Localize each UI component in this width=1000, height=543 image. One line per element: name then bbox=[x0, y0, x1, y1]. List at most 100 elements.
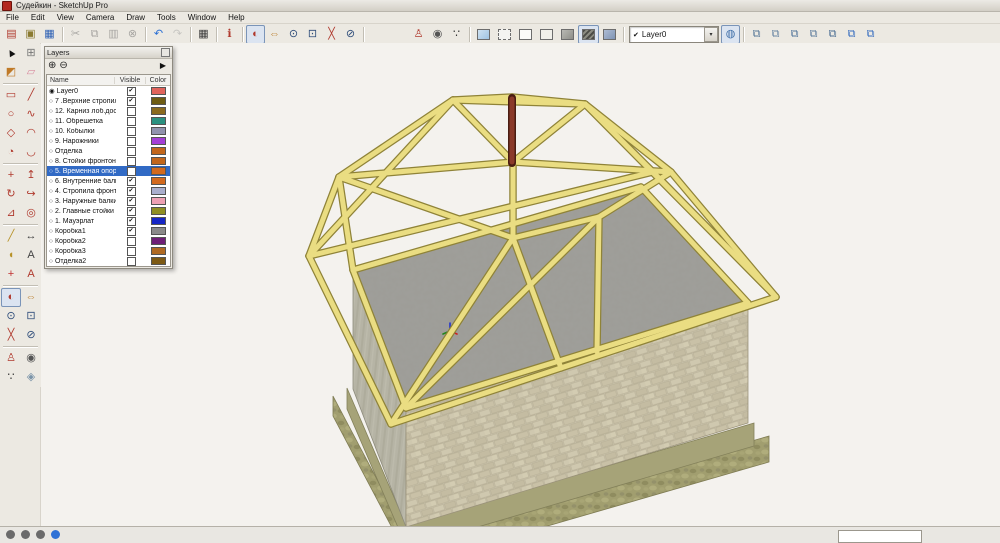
layer-row-3[interactable]: ○ 11. Обрешетка bbox=[47, 116, 170, 126]
zoom-extents-tool-icon[interactable]: ╳ bbox=[1, 326, 21, 345]
redo-icon[interactable]: ↷ bbox=[168, 25, 187, 44]
layer-color-swatch[interactable] bbox=[150, 207, 166, 215]
layer-color-swatch[interactable] bbox=[150, 177, 166, 185]
offset-tool-icon[interactable]: ◎ bbox=[21, 204, 41, 223]
move-tool-icon[interactable]: + bbox=[1, 166, 21, 185]
zoom-icon[interactable]: ⊙ bbox=[284, 25, 303, 44]
menu-item-camera[interactable]: Camera bbox=[80, 13, 120, 22]
walk-tool-icon[interactable]: ∵ bbox=[1, 368, 21, 387]
position-camera-tool-icon[interactable]: ♙ bbox=[1, 349, 21, 368]
select-tool-icon[interactable]: ▲ bbox=[1, 44, 21, 63]
layer-visible-checkbox[interactable]: ✔ bbox=[126, 176, 136, 186]
menu-item-help[interactable]: Help bbox=[222, 13, 250, 22]
rectangle-tool-icon[interactable]: ▭ bbox=[1, 86, 21, 105]
layer-color-swatch[interactable] bbox=[150, 97, 166, 105]
layer-color-swatch[interactable] bbox=[150, 117, 166, 125]
layer-dropdown-arrow-icon[interactable]: ▾ bbox=[704, 27, 718, 42]
toolbar-cube-icon-5[interactable]: ⧉ bbox=[823, 25, 842, 44]
pan-tool-icon[interactable]: ⇔ bbox=[21, 288, 41, 307]
pan-icon[interactable]: ⇔ bbox=[265, 25, 284, 44]
layer-radio-icon[interactable]: ○ bbox=[49, 218, 53, 225]
layer-radio-icon[interactable]: ◉ bbox=[49, 87, 55, 95]
toolbar-cube-icon-3[interactable]: ⧉ bbox=[785, 25, 804, 44]
layer-color-swatch[interactable] bbox=[150, 217, 166, 225]
orbit-icon[interactable]: ◐ bbox=[246, 25, 265, 44]
layer-color-swatch[interactable] bbox=[150, 237, 166, 245]
position-camera-icon[interactable]: ♙ bbox=[409, 25, 428, 44]
layer-visible-checkbox[interactable] bbox=[126, 136, 136, 146]
layer-row-14[interactable]: ○ Коробка1 ✔ bbox=[47, 226, 170, 236]
line-tool-icon[interactable]: ╱ bbox=[21, 86, 41, 105]
rotate-tool-icon[interactable]: ↻ bbox=[1, 185, 21, 204]
undo-icon[interactable]: ↶ bbox=[149, 25, 168, 44]
look-around-icon[interactable]: ◉ bbox=[428, 25, 447, 44]
section-plane-tool-icon[interactable]: ◈ bbox=[21, 368, 41, 387]
layer-visible-checkbox[interactable]: ✔ bbox=[126, 206, 136, 216]
tape-measure-icon[interactable]: ╱ bbox=[1, 227, 21, 246]
layer-row-1[interactable]: ○ 7 .Верхние стропила ✔ bbox=[47, 96, 170, 106]
layer-color-swatch[interactable] bbox=[150, 167, 166, 175]
layer-color-swatch[interactable] bbox=[150, 197, 166, 205]
layer-row-11[interactable]: ○ 3. Наружные балки ✔ bbox=[47, 196, 170, 206]
layer-visible-checkbox[interactable]: ✔ bbox=[126, 96, 136, 106]
model-viewport[interactable] bbox=[40, 43, 1000, 530]
layer-row-0[interactable]: ◉ Layer0 ✔ bbox=[47, 86, 170, 96]
toolbar-cube-icon-7[interactable]: ⧉ bbox=[861, 25, 880, 44]
toolbar-cube-icon-1[interactable]: ⧉ bbox=[747, 25, 766, 44]
layer-row-2[interactable]: ○12. Карниз лоб.доска bbox=[47, 106, 170, 116]
layer-visible-checkbox[interactable]: ✔ bbox=[126, 196, 136, 206]
layer-visible-checkbox[interactable] bbox=[126, 246, 136, 256]
layer-row-8[interactable]: ○ 5. Временная опора bbox=[47, 166, 170, 176]
layer-visible-checkbox[interactable] bbox=[126, 126, 136, 136]
layer-radio-icon[interactable]: ○ bbox=[49, 148, 53, 155]
toolbar-cube-icon-6[interactable]: ⧉ bbox=[842, 25, 861, 44]
layer-manager-icon[interactable]: ◍ bbox=[721, 25, 740, 44]
new-document-icon[interactable]: ▤ bbox=[2, 25, 21, 44]
axes-tool-icon[interactable]: + bbox=[1, 265, 21, 284]
toolbar-cube-icon-4[interactable]: ⧉ bbox=[804, 25, 823, 44]
layer-row-10[interactable]: ○4. Стропила фронтона ✔ bbox=[47, 186, 170, 196]
layer-row-16[interactable]: ○ Коробка3 bbox=[47, 246, 170, 256]
shaded-with-textures-style-icon[interactable] bbox=[578, 25, 599, 44]
layers-panel[interactable]: Layers ⊕ ⊖ ▶ Name Visible Color ◉ Layer0 ✔… bbox=[44, 46, 173, 269]
remove-layer-button[interactable]: ⊖ bbox=[59, 61, 67, 71]
layer-row-12[interactable]: ○ 2. Главные стойки ✔ bbox=[47, 206, 170, 216]
dimension-tool-icon[interactable]: ↔ bbox=[21, 227, 41, 246]
toolbar-cube-icon-2[interactable]: ⧉ bbox=[766, 25, 785, 44]
orbit-tool-icon[interactable]: ◐ bbox=[1, 288, 21, 307]
statusbar-circle-icon-2[interactable] bbox=[21, 530, 30, 539]
layer-row-9[interactable]: ○ 6. Внутренние балки ✔ bbox=[47, 176, 170, 186]
text-tool-icon[interactable]: A bbox=[21, 246, 41, 265]
active-layer-dropdown[interactable]: ✔ Layer0 ▾ bbox=[629, 26, 719, 43]
layer-radio-icon[interactable]: ○ bbox=[49, 178, 53, 185]
layer-color-swatch[interactable] bbox=[150, 257, 166, 265]
layer-row-13[interactable]: ○ 1. Мауэрлат ✔ bbox=[47, 216, 170, 226]
zoom-previous-icon[interactable]: ⊘ bbox=[341, 25, 360, 44]
layer-details-arrow-button[interactable]: ▶ bbox=[160, 61, 166, 71]
zoom-window-tool-icon[interactable]: ⊡ bbox=[21, 307, 41, 326]
layer-radio-icon[interactable]: ○ bbox=[49, 98, 53, 105]
layer-row-4[interactable]: ○ 10. Кобылки bbox=[47, 126, 170, 136]
measurements-input[interactable] bbox=[838, 530, 922, 543]
layer-visible-checkbox[interactable] bbox=[126, 146, 136, 156]
layer-radio-icon[interactable]: ○ bbox=[49, 138, 53, 145]
walk-icon[interactable]: ∵ bbox=[447, 25, 466, 44]
arc2-tool-icon[interactable]: ◡ bbox=[21, 143, 41, 162]
layer-radio-icon[interactable]: ○ bbox=[49, 128, 53, 135]
save-icon[interactable]: ▦ bbox=[40, 25, 59, 44]
layers-panel-titlebar[interactable]: Layers bbox=[45, 47, 172, 59]
copy-icon[interactable]: ⧉ bbox=[85, 25, 104, 44]
follow-me-tool-icon[interactable]: ↪ bbox=[21, 185, 41, 204]
menu-item-file[interactable]: File bbox=[0, 13, 25, 22]
layer-color-swatch[interactable] bbox=[150, 187, 166, 195]
layer-row-5[interactable]: ○ 9. Нарожники bbox=[47, 136, 170, 146]
layer-radio-icon[interactable]: ○ bbox=[49, 108, 53, 115]
look-around-tool-icon[interactable]: ◉ bbox=[21, 349, 41, 368]
protractor-icon[interactable]: ◖ bbox=[1, 246, 21, 265]
layer-radio-icon[interactable]: ○ bbox=[49, 188, 53, 195]
zoom-previous-tool-icon[interactable]: ⊘ bbox=[21, 326, 41, 345]
layer-visible-checkbox[interactable] bbox=[126, 236, 136, 246]
layer-color-swatch[interactable] bbox=[150, 87, 166, 95]
layer-visible-checkbox[interactable]: ✔ bbox=[126, 86, 136, 96]
menu-item-view[interactable]: View bbox=[51, 13, 80, 22]
